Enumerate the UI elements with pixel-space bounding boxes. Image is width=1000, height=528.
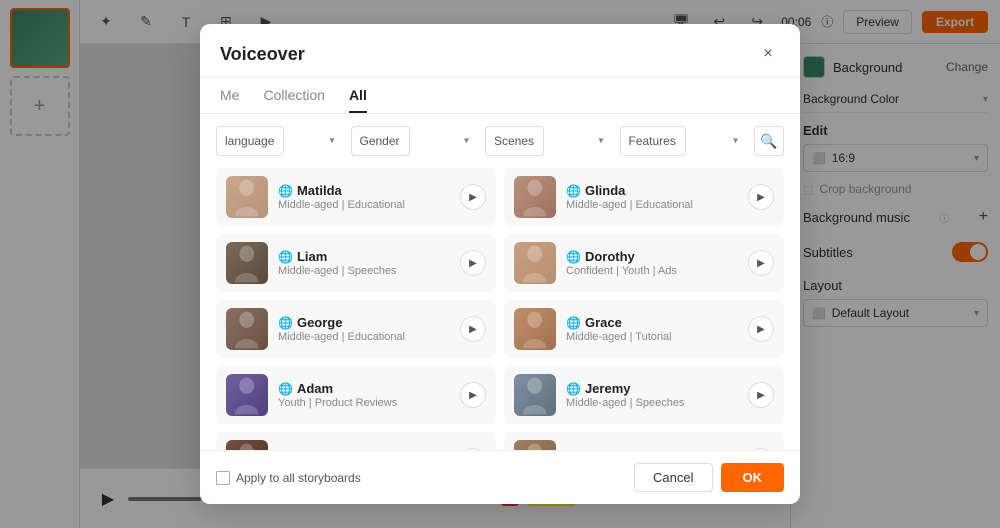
voice-tags-liam: Middle-aged | Speeches — [278, 265, 450, 277]
tab-all[interactable]: All — [349, 87, 367, 113]
voice-flag-glinda: 🌐 — [566, 184, 581, 198]
voice-name-dorothy: Dorothy — [585, 249, 635, 264]
language-filter-wrap[interactable]: language — [216, 126, 343, 156]
ok-button[interactable]: OK — [721, 463, 785, 492]
voice-card-grace[interactable]: 🌐 Grace Middle-aged | Tutorial ▶ — [504, 300, 784, 358]
features-filter-wrap[interactable]: Features — [620, 126, 747, 156]
voice-avatar-joseph — [226, 440, 268, 450]
voice-name-george: George — [297, 315, 343, 330]
play-voice-button-grace[interactable]: ▶ — [748, 316, 774, 342]
voice-info-matilda: 🌐 Matilda Middle-aged | Educational — [278, 183, 450, 211]
voice-card-jeremy[interactable]: 🌐 Jeremy Middle-aged | Speeches ▶ — [504, 366, 784, 424]
voice-name-grace: Grace — [585, 315, 622, 330]
voice-flag-matilda: 🌐 — [278, 184, 293, 198]
voice-flag-liam: 🌐 — [278, 250, 293, 264]
voice-avatar-jeremy — [514, 374, 556, 416]
voice-info-jeremy: 🌐 Jeremy Middle-aged | Speeches — [566, 381, 738, 409]
voice-avatar-dorothy — [514, 242, 556, 284]
voice-avatar-adam — [226, 374, 268, 416]
voice-avatar-glinda — [514, 176, 556, 218]
scenes-filter-wrap[interactable]: Scenes — [485, 126, 612, 156]
gender-filter-wrap[interactable]: Gender — [351, 126, 478, 156]
footer-buttons: Cancel OK — [634, 463, 784, 492]
language-filter[interactable]: language — [216, 126, 284, 156]
modal-tabs: Me Collection All — [200, 77, 800, 114]
tab-me[interactable]: Me — [220, 87, 239, 113]
voice-tags-glinda: Middle-aged | Educational — [566, 199, 738, 211]
voice-flag-grace: 🌐 — [566, 316, 581, 330]
play-voice-button-matilda[interactable]: ▶ — [460, 184, 486, 210]
voice-grid: 🌐 Matilda Middle-aged | Educational ▶ 🌐 — [200, 168, 800, 450]
search-button[interactable]: 🔍 — [754, 126, 784, 156]
voice-flag-dorothy: 🌐 — [566, 250, 581, 264]
voice-name-matilda: Matilda — [297, 183, 342, 198]
voice-info-george: 🌐 George Middle-aged | Educational — [278, 315, 450, 343]
cancel-button[interactable]: Cancel — [634, 463, 712, 492]
modal-close-button[interactable]: × — [756, 42, 780, 66]
voice-tags-dorothy: Confident | Youth | Ads — [566, 265, 738, 277]
voice-info-glinda: 🌐 Glinda Middle-aged | Educational — [566, 183, 738, 211]
voice-tags-jeremy: Middle-aged | Speeches — [566, 397, 738, 409]
modal-title: Voiceover — [220, 44, 305, 65]
voice-tags-adam: Youth | Product Reviews — [278, 397, 450, 409]
voice-card-michael[interactable]: 🌐 Michael ▶ — [504, 432, 784, 450]
voice-card-liam[interactable]: 🌐 Liam Middle-aged | Speeches ▶ — [216, 234, 496, 292]
voice-tags-grace: Middle-aged | Tutorial — [566, 331, 738, 343]
filters-row: language Gender Scenes Features 🔍 — [200, 114, 800, 168]
voice-info-dorothy: 🌐 Dorothy Confident | Youth | Ads — [566, 249, 738, 277]
tab-collection[interactable]: Collection — [263, 87, 324, 113]
voice-card-dorothy[interactable]: 🌐 Dorothy Confident | Youth | Ads ▶ — [504, 234, 784, 292]
voice-name-glinda: Glinda — [585, 183, 625, 198]
voice-card-glinda[interactable]: 🌐 Glinda Middle-aged | Educational ▶ — [504, 168, 784, 226]
play-voice-button-joseph[interactable]: ▶ — [460, 448, 486, 450]
play-voice-button-dorothy[interactable]: ▶ — [748, 250, 774, 276]
voice-card-joseph[interactable]: 🌐 Joseph ▶ — [216, 432, 496, 450]
voiceover-modal: Voiceover × Me Collection All language G… — [200, 24, 800, 504]
voice-avatar-grace — [514, 308, 556, 350]
scenes-filter[interactable]: Scenes — [485, 126, 544, 156]
voice-avatar-michael — [514, 440, 556, 450]
search-icon: 🔍 — [760, 133, 777, 150]
voice-card-adam[interactable]: 🌐 Adam Youth | Product Reviews ▶ — [216, 366, 496, 424]
voice-card-matilda[interactable]: 🌐 Matilda Middle-aged | Educational ▶ — [216, 168, 496, 226]
play-voice-button-liam[interactable]: ▶ — [460, 250, 486, 276]
voice-tags-george: Middle-aged | Educational — [278, 331, 450, 343]
features-filter[interactable]: Features — [620, 126, 686, 156]
play-voice-button-michael[interactable]: ▶ — [748, 448, 774, 450]
play-voice-button-jeremy[interactable]: ▶ — [748, 382, 774, 408]
play-voice-button-glinda[interactable]: ▶ — [748, 184, 774, 210]
voice-flag-jeremy: 🌐 — [566, 382, 581, 396]
play-voice-button-adam[interactable]: ▶ — [460, 382, 486, 408]
voice-card-george[interactable]: 🌐 George Middle-aged | Educational ▶ — [216, 300, 496, 358]
voice-tags-matilda: Middle-aged | Educational — [278, 199, 450, 211]
apply-all-label: Apply to all storyboards — [236, 471, 361, 485]
gender-filter[interactable]: Gender — [351, 126, 410, 156]
play-voice-button-george[interactable]: ▶ — [460, 316, 486, 342]
voice-info-liam: 🌐 Liam Middle-aged | Speeches — [278, 249, 450, 277]
apply-all-row: Apply to all storyboards — [216, 471, 361, 485]
apply-all-checkbox[interactable] — [216, 471, 230, 485]
voice-avatar-george — [226, 308, 268, 350]
modal-overlay: Voiceover × Me Collection All language G… — [0, 0, 1000, 528]
modal-header: Voiceover × — [200, 24, 800, 77]
voice-name-adam: Adam — [297, 381, 333, 396]
voice-info-adam: 🌐 Adam Youth | Product Reviews — [278, 381, 450, 409]
voice-avatar-liam — [226, 242, 268, 284]
voice-info-grace: 🌐 Grace Middle-aged | Tutorial — [566, 315, 738, 343]
modal-footer: Apply to all storyboards Cancel OK — [200, 450, 800, 504]
voice-name-jeremy: Jeremy — [585, 381, 631, 396]
voice-name-liam: Liam — [297, 249, 327, 264]
voice-avatar-matilda — [226, 176, 268, 218]
voice-flag-adam: 🌐 — [278, 382, 293, 396]
voice-flag-george: 🌐 — [278, 316, 293, 330]
